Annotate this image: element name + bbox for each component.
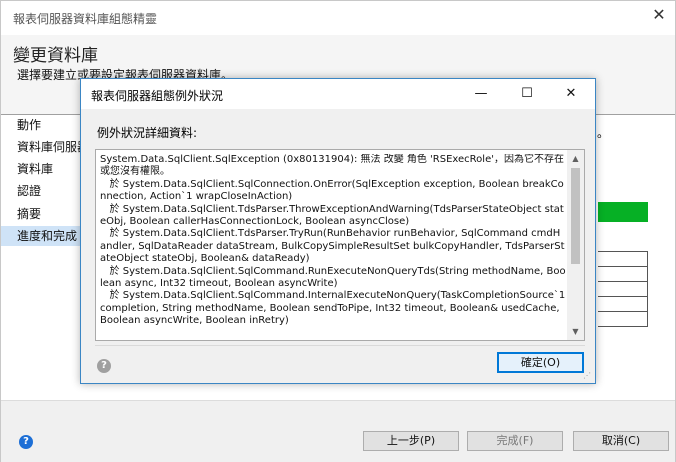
scrollbar-thumb[interactable] [571, 168, 580, 264]
divider [95, 345, 585, 346]
resize-grip-icon[interactable]: ⋰ [583, 371, 593, 381]
close-icon[interactable]: ✕ [549, 79, 593, 109]
nav-item-action[interactable]: 動作 [1, 115, 83, 135]
nav-item-summary[interactable]: 摘要 [1, 204, 83, 224]
scroll-down-icon[interactable]: ▼ [567, 323, 584, 340]
scroll-up-icon[interactable]: ▲ [567, 150, 584, 167]
table-row [598, 282, 648, 297]
table-row [598, 252, 648, 267]
maximize-icon[interactable]: ☐ [505, 79, 549, 109]
dialog-titlebar: 報表伺服器組態例外狀況 — ☐ ✕ [81, 79, 595, 109]
ok-button[interactable]: 確定(O) [497, 352, 584, 373]
help-icon[interactable]: ? [19, 435, 33, 449]
page-title: 變更資料庫 [13, 46, 98, 66]
wizard-title: 報表伺服器資料庫組態精靈 [13, 12, 158, 26]
table-row [598, 297, 648, 312]
table-row [598, 312, 648, 327]
vertical-scrollbar[interactable]: ▲ ▼ [567, 150, 584, 340]
nav-item-database[interactable]: 資料庫 [1, 159, 83, 179]
exception-details-label: 例外狀況詳細資料: [97, 126, 198, 140]
wizard-nav: 動作 資料庫伺服器 資料庫 認證 摘要 進度和完成 [1, 115, 83, 400]
wizard-close-icon[interactable]: ✕ [651, 7, 667, 23]
status-text-fragment: 。 [597, 126, 610, 140]
exception-dialog: 報表伺服器組態例外狀況 — ☐ ✕ 例外狀況詳細資料: System.Data.… [80, 78, 596, 384]
back-button[interactable]: 上一步(P) [363, 431, 459, 451]
nav-item-database-server[interactable]: 資料庫伺服器 [1, 137, 83, 157]
wizard-footer: ? 上一步(P) 完成(F) 取消(C) [1, 400, 675, 462]
minimize-icon[interactable]: — [459, 79, 503, 109]
result-table-fragment [598, 251, 648, 341]
cancel-button[interactable]: 取消(C) [573, 431, 669, 451]
table-row [598, 267, 648, 282]
exception-details-textbox[interactable]: System.Data.SqlClient.SqlException (0x80… [95, 149, 585, 341]
exception-text[interactable]: System.Data.SqlClient.SqlException (0x80… [100, 154, 566, 338]
finish-button[interactable]: 完成(F) [467, 431, 563, 451]
wizard-titlebar: 報表伺服器資料庫組態精靈 ✕ [1, 1, 675, 35]
dialog-help-icon[interactable]: ? [97, 359, 111, 373]
dialog-title: 報表伺服器組態例外狀況 [91, 89, 224, 103]
nav-item-credentials[interactable]: 認證 [1, 181, 83, 201]
nav-item-progress[interactable]: 進度和完成 [1, 226, 83, 246]
progress-bar [598, 202, 648, 222]
